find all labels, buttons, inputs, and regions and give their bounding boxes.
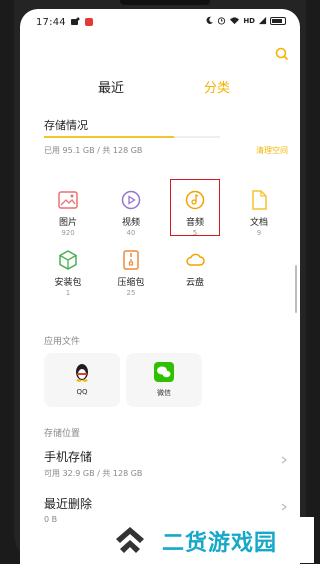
status-time: 17:44 [36, 17, 66, 28]
clean-space-button[interactable]: 清理空间 [256, 145, 288, 156]
signal-icon [258, 16, 267, 25]
alarm-icon [218, 17, 226, 25]
wifi-icon [230, 17, 240, 25]
phone-storage-row[interactable]: 手机存储 可用 32.9 GB / 共 128 GB [44, 448, 288, 479]
zip-icon [123, 250, 139, 270]
chevron-right-icon [281, 456, 287, 464]
category-documents[interactable]: 文档 9 [235, 189, 283, 249]
file-manager-screen: 17:44 HD 最近 分类 存储情况 已用 95.1 GB / 共 128 G… [20, 9, 300, 564]
qq-penguin-icon [76, 364, 88, 382]
category-label: 云盘 [185, 278, 204, 288]
watermark-text: 二货游戏园 [162, 531, 278, 556]
moon-icon [206, 16, 214, 24]
storage-used-text: 已用 95.1 GB / 共 128 GB [44, 146, 143, 155]
app-file-qq[interactable]: QQ [44, 353, 120, 407]
app-files-title: 应用文件 [44, 337, 81, 347]
scrollbar-thumb[interactable] [295, 265, 297, 313]
document-icon [252, 190, 267, 210]
category-count: 25 [126, 289, 136, 297]
category-count: 920 [61, 229, 75, 237]
category-apks[interactable]: 安装包 1 [44, 249, 92, 309]
chevron-right-icon [281, 503, 287, 511]
category-cloud-drive[interactable]: 云盘 [171, 249, 219, 309]
network-type: HD [243, 16, 255, 25]
selection-highlight-box [170, 179, 220, 236]
category-label: 视频 [121, 218, 140, 228]
wechat-icon [154, 362, 174, 382]
category-count: 1 [65, 289, 71, 297]
storage-location-title: 存储位置 [44, 429, 81, 439]
storage-progress-fill [44, 136, 175, 138]
row-subtitle: 可用 32.9 GB / 共 128 GB [44, 469, 143, 478]
phone-notch [120, 0, 210, 5]
tab-recent[interactable]: 最近 [98, 77, 124, 96]
image-icon [58, 191, 78, 209]
category-label: 压缩包 [117, 278, 145, 288]
category-count: 40 [126, 229, 136, 237]
app-label: QQ [76, 388, 88, 396]
app-notification-icon [85, 18, 93, 26]
watermark: 二货游戏园 [104, 517, 314, 563]
app-file-wechat[interactable]: 微信 [126, 353, 202, 407]
tab-category[interactable]: 分类 [204, 77, 230, 96]
category-archives[interactable]: 压缩包 25 [107, 249, 155, 309]
category-images[interactable]: 图片 920 [44, 189, 92, 249]
row-title: 手机存储 [44, 450, 93, 464]
storage-progress-bar [44, 136, 220, 138]
tab-bar: 最近 分类 [20, 77, 300, 101]
cloud-icon [186, 253, 205, 266]
category-label: 文档 [249, 218, 268, 228]
category-count: 9 [256, 229, 262, 237]
category-label: 安装包 [54, 278, 82, 288]
notification-icon [71, 17, 80, 25]
status-icons: HD [205, 16, 286, 25]
search-icon[interactable] [274, 46, 290, 62]
app-label: 微信 [157, 389, 171, 397]
category-videos[interactable]: 视频 40 [107, 189, 155, 249]
watermark-logo [116, 527, 144, 553]
battery-icon [270, 16, 286, 25]
storage-title: 存储情况 [44, 119, 88, 132]
video-icon [121, 190, 141, 210]
status-bar: 17:44 HD [20, 9, 300, 35]
package-icon [59, 250, 77, 270]
category-label: 图片 [58, 218, 77, 228]
row-title: 最近删除 [44, 497, 93, 511]
